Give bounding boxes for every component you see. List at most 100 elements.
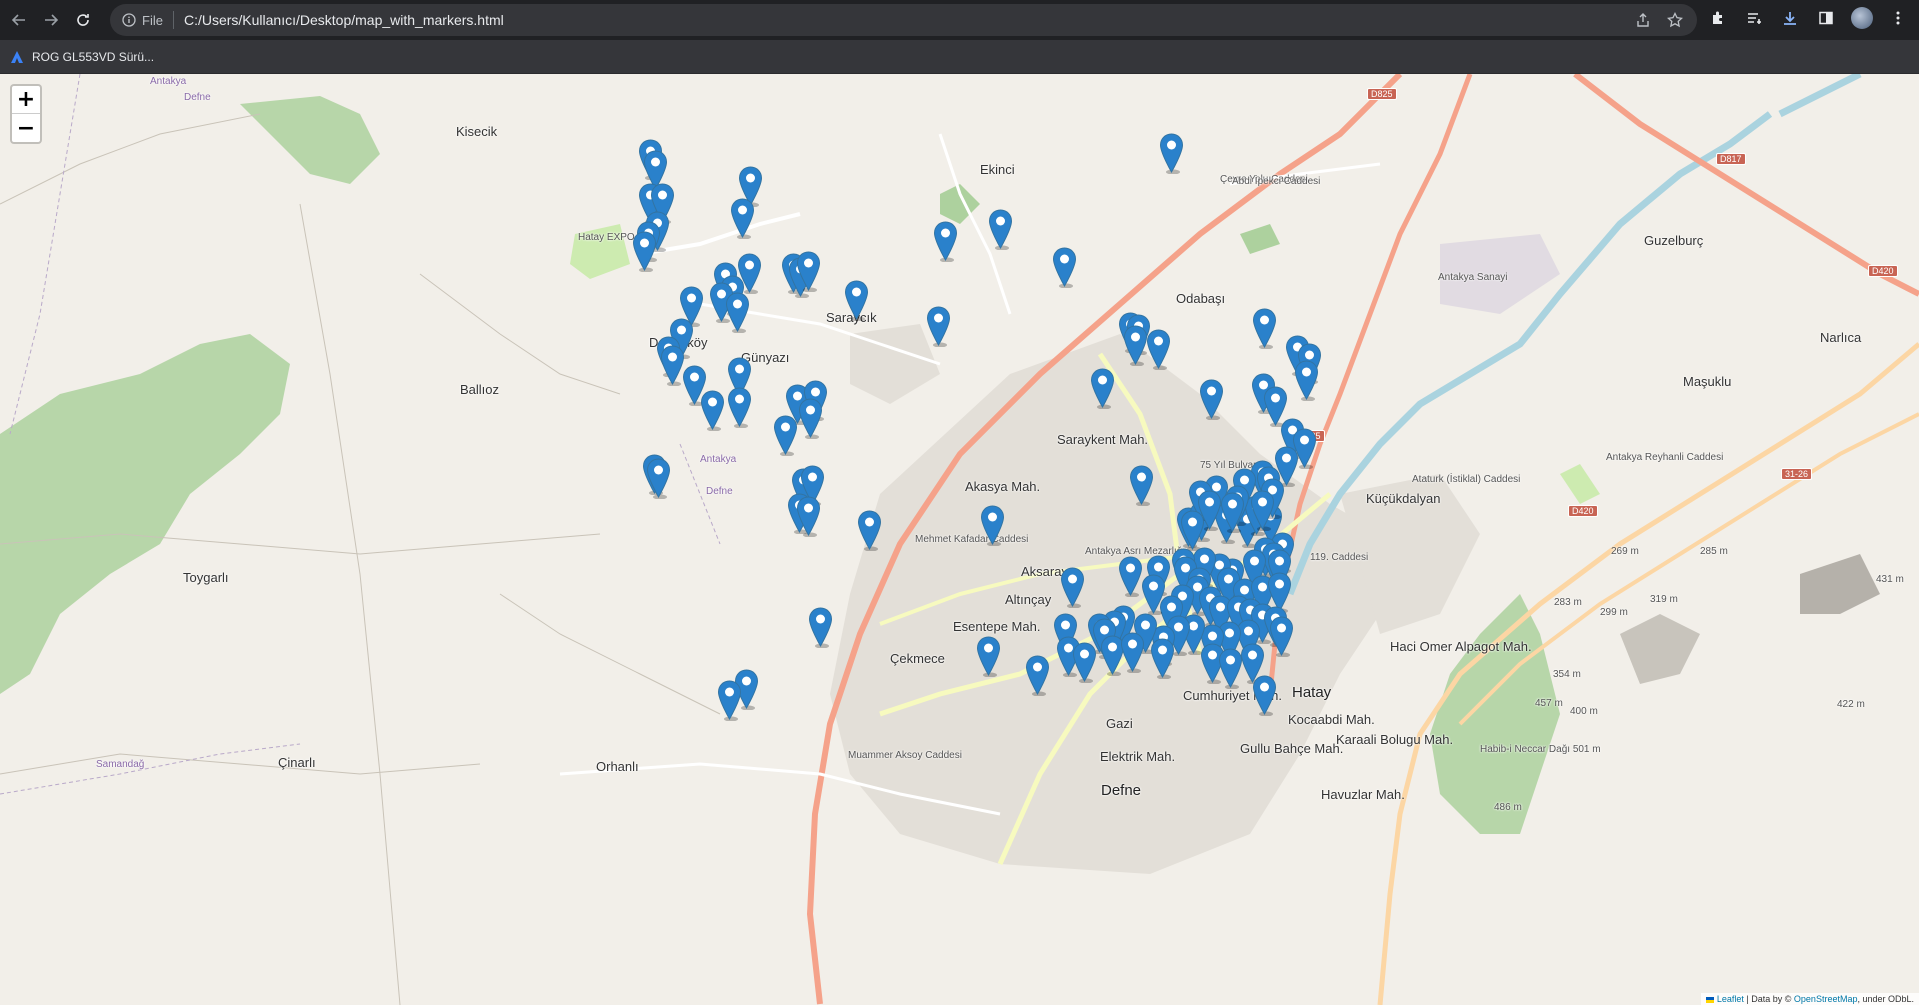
- leaflet-link[interactable]: Leaflet: [1717, 994, 1744, 1004]
- info-icon: [122, 13, 136, 27]
- url-text[interactable]: C:/Users/Kullanıcı/Desktop/map_with_mark…: [184, 12, 504, 28]
- place-label: Antakya: [700, 454, 737, 465]
- map-marker-icon[interactable]: [1052, 247, 1077, 289]
- place-label: Hatay: [1292, 684, 1332, 701]
- place-label: Antakya Reyhanli Caddesi: [1606, 452, 1724, 463]
- place-label: 431 m: [1876, 574, 1904, 585]
- place-label: Haci Omer Alpagot Mah.: [1390, 639, 1532, 654]
- map-marker-icon[interactable]: [1146, 329, 1171, 371]
- osm-link[interactable]: OpenStreetMap: [1794, 994, 1858, 1004]
- map-marker-icon[interactable]: [632, 231, 657, 273]
- place-label: 422 m: [1837, 699, 1865, 710]
- map-marker-icon[interactable]: [1180, 510, 1205, 552]
- place-label: Kocaabdi Mah.: [1288, 712, 1375, 727]
- map-marker-icon[interactable]: [857, 510, 882, 552]
- star-icon[interactable]: [1667, 12, 1683, 28]
- attribution-end: , under ODbL.: [1857, 994, 1914, 1004]
- place-label: Esentepe Mah.: [953, 619, 1041, 634]
- zoom-out-button[interactable]: −: [12, 114, 40, 142]
- address-bar[interactable]: File C:/Users/Kullanıcı/Desktop/map_with…: [110, 4, 1697, 36]
- map-marker-icon[interactable]: [796, 496, 821, 538]
- map-marker-icon[interactable]: [700, 390, 725, 432]
- map-marker-icon[interactable]: [1252, 675, 1277, 717]
- place-label: 119. Caddesi: [1310, 552, 1369, 563]
- map-marker-icon[interactable]: [1150, 638, 1175, 680]
- place-label: Guzelburç: [1644, 233, 1704, 248]
- place-label: Mehmet Kafadar Caddesi: [915, 534, 1029, 545]
- place-label: Elektrik Mah.: [1100, 749, 1176, 764]
- share-icon[interactable]: [1635, 12, 1651, 28]
- map-marker-icon[interactable]: [1159, 133, 1184, 175]
- side-panel-icon[interactable]: [1815, 7, 1837, 29]
- road-number-badge: D817: [1716, 153, 1746, 165]
- browser-toolbar: File C:/Users/Kullanıcı/Desktop/map_with…: [0, 0, 1919, 40]
- map-marker-icon[interactable]: [1252, 308, 1277, 350]
- ukraine-flag-icon: [1706, 996, 1715, 1003]
- map-marker-icon[interactable]: [796, 251, 821, 293]
- place-label: 283 m: [1554, 597, 1582, 608]
- map-marker-icon[interactable]: [773, 415, 798, 457]
- map-marker-icon[interactable]: [1294, 360, 1319, 402]
- reading-list-icon[interactable]: [1743, 7, 1765, 29]
- map-marker-icon[interactable]: [1269, 616, 1294, 658]
- map-marker-icon[interactable]: [988, 209, 1013, 251]
- map-marker-icon[interactable]: [717, 680, 742, 722]
- place-label: Narlıca: [1820, 330, 1862, 345]
- arrow-left-icon: [11, 14, 25, 26]
- map-marker-icon[interactable]: [1220, 492, 1245, 534]
- back-button[interactable]: [6, 7, 32, 33]
- arrow-right-icon: [45, 14, 59, 26]
- map-marker-icon[interactable]: [730, 198, 755, 240]
- map-marker-icon[interactable]: [1060, 567, 1085, 609]
- map-marker-icon[interactable]: [727, 387, 752, 429]
- road-number-badge: D825: [1367, 88, 1397, 100]
- map-marker-icon[interactable]: [1118, 556, 1143, 598]
- map-marker-icon[interactable]: [1199, 379, 1224, 421]
- map-marker-icon[interactable]: [808, 607, 833, 649]
- place-label: 269 m: [1611, 546, 1639, 557]
- menu-kebab-icon[interactable]: [1887, 7, 1909, 29]
- map-marker-icon[interactable]: [844, 280, 869, 322]
- map-marker-icon[interactable]: [1090, 368, 1115, 410]
- place-label: 285 m: [1700, 546, 1728, 557]
- map-marker-icon[interactable]: [1123, 325, 1148, 367]
- place-label: 457 m: [1535, 698, 1563, 709]
- forward-button[interactable]: [38, 7, 64, 33]
- map-marker-icon[interactable]: [980, 505, 1005, 547]
- bookmark-rog[interactable]: ROG GL553VD Sürü...: [10, 50, 154, 64]
- map-marker-icon[interactable]: [1250, 490, 1275, 532]
- map-marker-icon[interactable]: [1072, 642, 1097, 684]
- profile-avatar[interactable]: [1851, 7, 1873, 29]
- place-label: Gullu Bahçe Mah.: [1240, 741, 1344, 756]
- road-number-badge: D420: [1568, 505, 1598, 517]
- map-marker-icon[interactable]: [725, 292, 750, 334]
- place-label: Abdi İpekci Caddesi: [1232, 176, 1321, 187]
- divider: [172, 11, 174, 29]
- leaflet-map[interactable]: KisecikEkinciHatay EXPODoğanköyGünyazıSa…: [0, 74, 1919, 1005]
- extensions-icon[interactable]: [1707, 7, 1729, 29]
- site-info[interactable]: File: [122, 13, 163, 28]
- map-marker-icon[interactable]: [976, 636, 1001, 678]
- place-label: Orhanlı: [596, 759, 639, 774]
- map-marker-icon[interactable]: [1120, 632, 1145, 674]
- map-marker-icon[interactable]: [798, 398, 823, 440]
- place-label: 319 m: [1650, 594, 1678, 605]
- reload-icon: [77, 14, 89, 26]
- place-label: Samandağ: [96, 759, 145, 770]
- place-label: Defne: [184, 92, 211, 103]
- map-marker-icon[interactable]: [1141, 574, 1166, 616]
- place-label: 354 m: [1553, 669, 1581, 680]
- map-marker-icon[interactable]: [1129, 465, 1154, 507]
- map-marker-icon[interactable]: [926, 306, 951, 348]
- zoom-in-button[interactable]: +: [12, 86, 40, 114]
- map-marker-icon[interactable]: [933, 221, 958, 263]
- road-number-badge: 31-26: [1781, 468, 1813, 480]
- reload-button[interactable]: [70, 7, 96, 33]
- download-icon[interactable]: [1779, 7, 1801, 29]
- map-marker-icon[interactable]: [646, 458, 671, 500]
- place-label: Havuzlar Mah.: [1321, 787, 1405, 802]
- place-label: Habib-i Neccar Dağı 501 m: [1480, 744, 1601, 755]
- place-label: Ekinci: [980, 162, 1015, 177]
- place-label: Çekmece: [890, 651, 945, 666]
- map-marker-icon[interactable]: [1025, 655, 1050, 697]
